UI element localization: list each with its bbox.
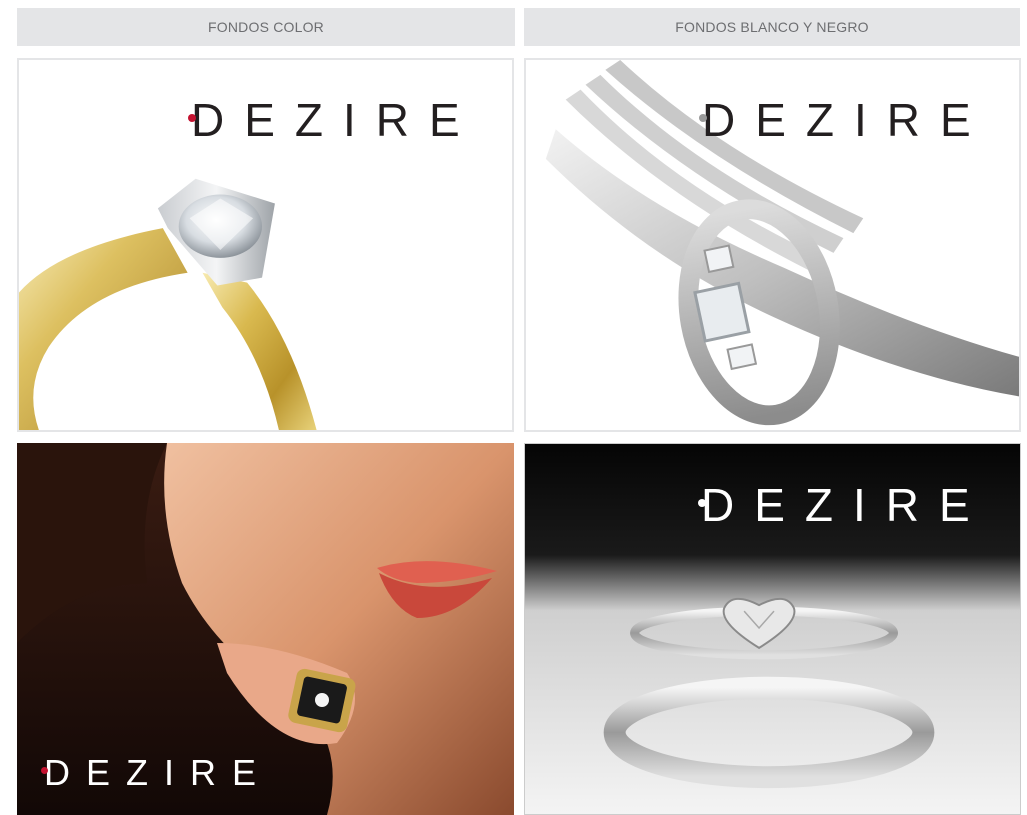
brand-dot [698,499,706,507]
panel-color-dark: DEZIRE [17,443,514,815]
panel-color-white: DEZIRE [17,58,514,432]
dezire-logo: DEZIRE [41,755,272,791]
panel-bw-white: DEZIRE [524,58,1021,432]
dezire-logo: DEZIRE [188,97,480,143]
dezire-logo: DEZIRE [699,97,991,143]
brand-dot [188,114,196,122]
dezire-logo: DEZIRE [698,482,990,528]
column-header-bw: FONDOS BLANCO Y NEGRO [524,8,1020,46]
panel-bw-dark: DEZIRE [524,443,1021,815]
brand-dot [699,114,707,122]
column-header-color: FONDOS COLOR [17,8,515,46]
brand-dot [41,767,48,774]
